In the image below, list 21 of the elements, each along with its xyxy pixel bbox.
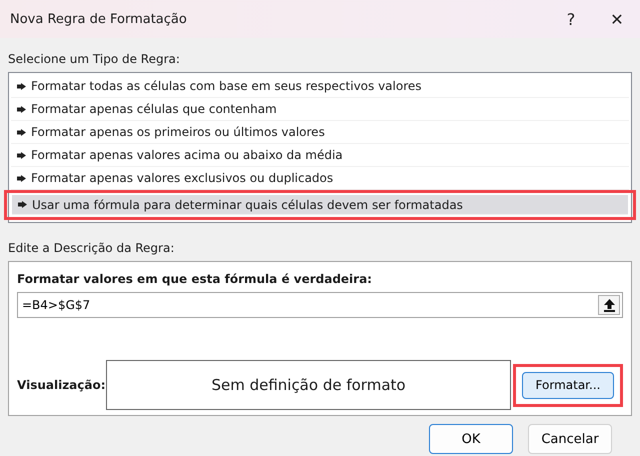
rule-type-item[interactable]: Usar uma fórmula para determinar quais células devem ser formatadas (12, 195, 628, 215)
format-button[interactable]: Formatar... (522, 372, 614, 398)
collapse-button[interactable] (598, 295, 620, 315)
ok-button[interactable]: OK (429, 424, 513, 454)
help-button[interactable]: ? (548, 0, 594, 38)
formula-label: Formatar valores em que esta fórmula é verdadeira: (17, 272, 373, 286)
arrow-icon (18, 201, 27, 208)
close-button[interactable]: ✕ (594, 0, 640, 38)
cancel-button[interactable]: Cancelar (528, 424, 612, 454)
upload-arrow-icon (604, 298, 614, 312)
arrow-icon (17, 128, 26, 136)
arrow-icon (17, 174, 26, 182)
preview-label: Visualização: (17, 378, 106, 392)
arrow-icon (17, 106, 26, 112)
arrow-icon (17, 152, 26, 158)
preview-box: Sem definição de formato (106, 360, 511, 410)
window-title: Nova Regra de Formatação (10, 12, 188, 26)
section-label: Edite a Descrição da Regra: (8, 241, 176, 255)
arrow-icon (17, 82, 26, 90)
section-label: Selecione um Tipo de Regra: (8, 52, 181, 66)
formula-field[interactable]: =B4>$G$7 (17, 292, 623, 318)
